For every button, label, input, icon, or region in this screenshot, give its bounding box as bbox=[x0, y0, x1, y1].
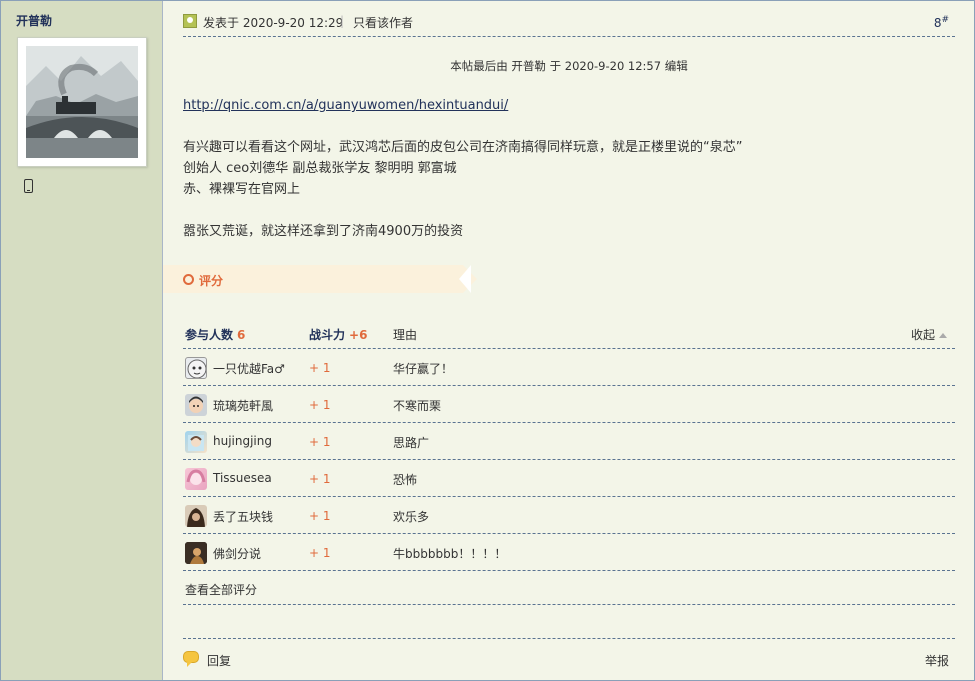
rating-banner-notch bbox=[445, 265, 471, 293]
rater-score: + 1 bbox=[309, 546, 331, 560]
post-body: http://qnic.com.cn/a/guanyuwomen/hexintu… bbox=[183, 95, 955, 242]
mobile-phone-icon bbox=[24, 179, 33, 193]
speech-bubble-icon[interactable] bbox=[183, 651, 199, 667]
rater-reason: 欢乐多 bbox=[393, 510, 430, 524]
participants-label: 参与人数 bbox=[185, 328, 234, 342]
avatar-image bbox=[26, 46, 138, 158]
rater-score: + 1 bbox=[309, 435, 331, 449]
avatar-artwork bbox=[26, 46, 138, 158]
rater-name[interactable]: 一只优越Fa♂ bbox=[213, 360, 285, 377]
power-total: +6 bbox=[349, 328, 368, 342]
author-name[interactable]: 开普勒 bbox=[16, 12, 52, 29]
rater-name[interactable]: hujingjing bbox=[213, 434, 272, 448]
user-icon bbox=[183, 14, 197, 28]
rating-row: 佛剑分说 + 1 牛bbbbbbb！！！！ bbox=[183, 534, 955, 571]
participants-header: 参与人数 6 bbox=[185, 326, 245, 343]
rating-table: 参与人数 6 战斗力 +6 理由 收起 一只优越Fa♂ + 1 华仔赢了！ 琉璃苑軒… bbox=[183, 321, 955, 605]
author-sidebar: 开普勒 bbox=[1, 1, 163, 680]
rater-reason: 牛bbbbbbb！！！！ bbox=[393, 547, 507, 561]
participants-count: 6 bbox=[237, 328, 246, 342]
rater-reason: 恐怖 bbox=[393, 473, 418, 487]
rater-name[interactable]: 丢了五块钱 bbox=[213, 508, 273, 525]
rater-score: + 1 bbox=[309, 361, 331, 375]
collapse-label: 收起 bbox=[910, 328, 935, 342]
rater-reason: 思路广 bbox=[393, 436, 430, 450]
edit-note: 本帖最后由 开普勒 于 2020-9-20 12:57 编辑 bbox=[450, 59, 688, 73]
rater-avatar[interactable] bbox=[185, 357, 207, 379]
floor-mark: # bbox=[941, 15, 949, 25]
rater-score: + 1 bbox=[309, 509, 331, 523]
footer-divider bbox=[183, 638, 955, 639]
rater-avatar[interactable] bbox=[185, 394, 207, 416]
rater-reason: 华仔赢了！ bbox=[393, 362, 454, 376]
header-separator: | bbox=[340, 14, 345, 28]
report-button[interactable]: 举报 bbox=[925, 652, 949, 669]
rating-table-header: 参与人数 6 战斗力 +6 理由 收起 bbox=[183, 321, 955, 349]
view-all-ratings-link[interactable]: 查看全部评分 bbox=[185, 581, 257, 598]
post-line: 创始人 ceo刘德华 副总裁张学友 黎明明 郭富城 bbox=[183, 161, 457, 176]
post-closing: 嚣张又荒诞，就这样还拿到了济南4900万的投资 bbox=[183, 224, 464, 239]
rater-name[interactable]: Tissuesea bbox=[213, 471, 272, 485]
chevron-up-icon bbox=[939, 333, 947, 338]
rating-row: 一只优越Fa♂ + 1 华仔赢了！ bbox=[183, 349, 955, 386]
power-label: 战斗力 bbox=[309, 328, 346, 342]
rater-avatar[interactable] bbox=[185, 468, 207, 490]
rating-circle-icon bbox=[183, 274, 194, 285]
reply-button[interactable]: 回复 bbox=[207, 652, 231, 669]
rater-avatar[interactable] bbox=[185, 431, 207, 453]
reason-header: 理由 bbox=[393, 328, 418, 342]
post-line: 赤、裸裸写在官网上 bbox=[183, 182, 301, 197]
post-frame: 开普勒 发表于 2020-9-20 12:29 | 只看该作者 8# 本帖最后由… bbox=[0, 0, 975, 681]
rating-row: 丢了五块钱 + 1 欢乐多 bbox=[183, 497, 955, 534]
rater-name[interactable]: 佛剑分说 bbox=[213, 545, 261, 562]
rating-row: 琉璃苑軒風 + 1 不寒而栗 bbox=[183, 386, 955, 423]
rater-score: + 1 bbox=[309, 398, 331, 412]
view-all-ratings-row: 查看全部评分 bbox=[183, 571, 955, 605]
floor-number[interactable]: 8# bbox=[934, 15, 949, 30]
rater-reason: 不寒而栗 bbox=[393, 399, 442, 413]
only-author-link[interactable]: 只看该作者 bbox=[353, 14, 413, 31]
post-header: 发表于 2020-9-20 12:29 | 只看该作者 8# bbox=[183, 11, 955, 37]
post-link[interactable]: http://qnic.com.cn/a/guanyuwomen/hexintu… bbox=[183, 98, 508, 113]
rating-label: 评分 bbox=[199, 274, 224, 288]
author-avatar[interactable] bbox=[17, 37, 147, 167]
collapse-button[interactable]: 收起 bbox=[911, 326, 947, 343]
rater-name[interactable]: 琉璃苑軒風 bbox=[213, 397, 273, 414]
rating-row: Tissuesea + 1 恐怖 bbox=[183, 460, 955, 497]
rater-avatar[interactable] bbox=[185, 542, 207, 564]
post-line: 有兴趣可以看看这个网址，武汉鸿芯后面的皮包公司在济南搞得同样玩意，就是正楼里说的… bbox=[183, 140, 743, 155]
rating-row: hujingjing + 1 思路广 bbox=[183, 423, 955, 460]
power-header: 战斗力 +6 bbox=[309, 326, 367, 343]
post-timestamp: 发表于 2020-9-20 12:29 bbox=[203, 16, 344, 30]
rater-score: + 1 bbox=[309, 472, 331, 486]
rater-avatar[interactable] bbox=[185, 505, 207, 527]
